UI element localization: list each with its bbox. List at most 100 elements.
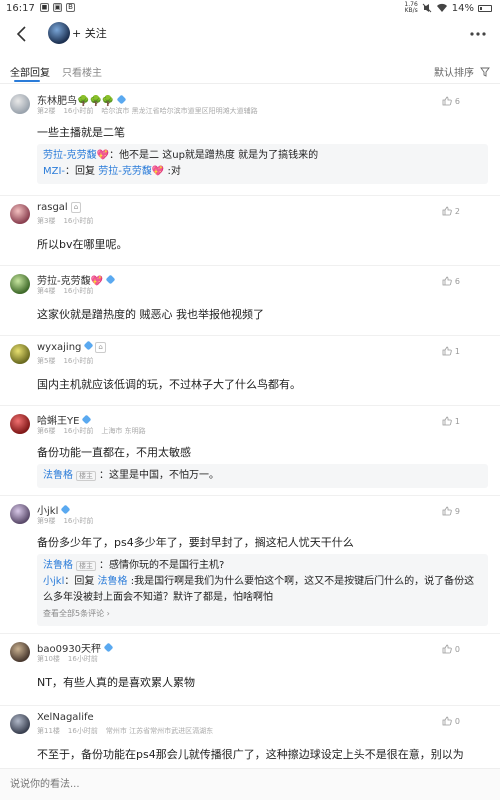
user-avatar[interactable] <box>10 204 30 224</box>
author-avatar[interactable] <box>48 22 70 44</box>
time: 16小时前 <box>67 727 98 735</box>
floor: 第5楼 <box>37 357 56 365</box>
view-all-replies-link[interactable]: 查看全部5条评论 › <box>43 606 482 622</box>
like-button[interactable]: 9 <box>442 506 460 516</box>
comment-username[interactable]: bao0930天秤 <box>37 640 114 655</box>
reply-line: 小jkl：回复 法鲁格 :我是国行啊是我们为什么要怕这个啊，这又不是按键后门什么… <box>43 574 482 606</box>
comment-text: 国内主机就应该低调的玩，不过林子大了什么鸟都有。 <box>37 378 301 391</box>
comment-text: 备份功能一直都在，不用太敏感 <box>37 446 191 459</box>
reply-box[interactable]: 法鲁格 楼主 ：感情你玩的不是国行主机? 小jkl：回复 法鲁格 :我是国行啊是我们… <box>37 554 488 626</box>
reply-user[interactable]: MZI- <box>43 166 65 177</box>
like-button[interactable]: 0 <box>442 716 460 726</box>
reply-box[interactable]: 法鲁格 楼主 ：这里是中国，不怕万一。 <box>37 464 488 488</box>
like-button[interactable]: 2 <box>442 206 460 216</box>
comment-username[interactable]: wyxajing ⌂ <box>37 340 106 353</box>
thumb-up-icon <box>442 96 452 106</box>
location: 常州市 江苏省常州市武进区滆湖东 <box>105 727 214 735</box>
sort-dropdown[interactable]: 默认排序 <box>434 64 490 79</box>
vip-icon <box>83 340 94 351</box>
like-button[interactable]: 6 <box>442 96 460 106</box>
username-text: XelNagalife <box>37 712 94 723</box>
reply-text: 他不是二 这up就是蹭热度 就是为了搞钱来的 <box>119 150 319 161</box>
like-button[interactable]: 1 <box>442 416 460 426</box>
comment-text: 这家伙就是蹭热度的 贼恶心 我也举报他视频了 <box>37 308 264 321</box>
more-icon[interactable] <box>468 26 488 42</box>
comment-username[interactable]: 小jkl <box>37 502 71 517</box>
reply-user[interactable]: 劳拉-克劳馥💖 <box>43 150 109 161</box>
comment-item: 小jkl 第9楼 16小时前 9 备份多少年了，ps4多少年了，要封早封了，搁这杞… <box>0 496 500 634</box>
like-count: 1 <box>454 416 460 426</box>
comment-text: NT，有些人真的是喜欢累人累物 <box>37 676 195 689</box>
follow-button[interactable]: + 关注 <box>72 24 107 42</box>
like-button[interactable]: 6 <box>442 276 460 286</box>
time: 16小时前 <box>63 217 94 225</box>
notification-b-icon: B <box>66 3 75 12</box>
thumb-up-icon <box>442 716 452 726</box>
time: 16小时前 <box>63 287 94 295</box>
like-button[interactable]: 0 <box>442 644 460 654</box>
user-avatar[interactable] <box>10 642 30 662</box>
floor: 第6楼 <box>37 427 56 435</box>
comment-item: XelNagalife 第11楼 16小时前 常州市 江苏省常州市武进区滆湖东 0 … <box>0 706 500 768</box>
like-button[interactable]: 1 <box>442 346 460 356</box>
time: 16小时前 <box>63 357 94 365</box>
user-avatar[interactable] <box>10 414 30 434</box>
status-bar: 16:17 ◼ ▣ B 1.76 KB/s 14% <box>0 0 500 18</box>
thumb-up-icon <box>442 276 452 286</box>
like-count: 6 <box>454 276 460 286</box>
floor: 第9楼 <box>37 517 56 525</box>
reply-sep: ： <box>109 150 120 161</box>
reply-target[interactable]: 法鲁格 <box>98 576 128 587</box>
comment-username[interactable]: 劳拉-克劳馥💖 <box>37 272 116 287</box>
comment-text: 不至于，备份功能在ps4那会儿就传播很广了，这种擦边球设定上头不是很在意，别以为 <box>37 748 464 761</box>
comment-item: wyxajing ⌂ 第5楼 16小时前 1 国内主机就应该低调的玩，不过林子大了什… <box>0 336 500 406</box>
reply-target[interactable]: 劳拉-克劳馥💖 <box>98 166 164 177</box>
comment-list: 东林肥鸟🌳🌳🌳 第2楼 16小时前 哈尔滨市 黑龙江省哈尔滨市道里区阳明滩大道辅路 … <box>0 86 500 768</box>
username-text: wyxajing <box>37 342 82 353</box>
comment-input[interactable] <box>10 775 490 795</box>
user-avatar[interactable] <box>10 504 30 524</box>
tab-all-replies[interactable]: 全部回复 <box>10 64 50 79</box>
user-avatar[interactable] <box>10 714 30 734</box>
comment-username[interactable]: rasgal ⌂ <box>37 202 82 213</box>
time: 16小时前 <box>63 427 94 435</box>
net-speed-unit: KB/s <box>404 7 418 14</box>
comment-item: 东林肥鸟🌳🌳🌳 第2楼 16小时前 哈尔滨市 黑龙江省哈尔滨市道里区阳明滩大道辅路 … <box>0 86 500 196</box>
vip-icon <box>103 642 114 653</box>
comment-meta: 第5楼 16小时前 <box>37 356 101 366</box>
like-count: 0 <box>454 716 460 726</box>
vip-icon <box>60 504 71 515</box>
user-avatar[interactable] <box>10 274 30 294</box>
filter-icon <box>480 67 490 77</box>
username-text: rasgal <box>37 202 68 213</box>
reply-user[interactable]: 法鲁格 <box>43 560 73 571</box>
tab-op-only[interactable]: 只看楼主 <box>62 64 102 79</box>
comment-username[interactable]: 哈蝌王YE <box>37 412 92 427</box>
time: 16小时前 <box>67 655 98 663</box>
reply-user[interactable]: 法鲁格 <box>43 470 73 481</box>
user-avatar[interactable] <box>10 344 30 364</box>
time: 16小时前 <box>63 107 94 115</box>
comment-item: rasgal ⌂ 第3楼 16小时前 2 所以bv在哪里呢。 <box>0 196 500 266</box>
back-arrow-icon[interactable] <box>10 22 34 46</box>
thumb-up-icon <box>442 644 452 654</box>
status-time: 16:17 <box>6 3 35 14</box>
thumb-up-icon <box>442 346 452 356</box>
user-avatar[interactable] <box>10 94 30 114</box>
comment-username[interactable]: XelNagalife <box>37 712 94 723</box>
reply-user[interactable]: 小jkl <box>43 576 64 587</box>
sort-label: 默认排序 <box>434 68 474 79</box>
image-icon: ▣ <box>53 3 62 12</box>
vip-icon <box>116 94 127 105</box>
thumb-up-icon <box>442 206 452 216</box>
comment-meta: 第3楼 16小时前 <box>37 216 101 226</box>
reply-box[interactable]: 劳拉-克劳馥💖：他不是二 这up就是蹭热度 就是为了搞钱来的 MZI-：回复 劳… <box>37 144 488 184</box>
reply-sep: ： <box>99 560 109 571</box>
reply-line: MZI-：回复 劳拉-克劳馥💖 :对 <box>43 164 482 180</box>
comment-text: 所以bv在哪里呢。 <box>37 238 128 251</box>
comment-meta: 第10楼 16小时前 <box>37 654 106 664</box>
reply-line: 法鲁格 楼主 ：这里是中国，不怕万一。 <box>43 468 482 484</box>
reply-line: 劳拉-克劳馥💖：他不是二 这up就是蹭热度 就是为了搞钱来的 <box>43 148 482 164</box>
comment-username[interactable]: 东林肥鸟🌳🌳🌳 <box>37 92 127 107</box>
floor: 第10楼 <box>37 655 60 663</box>
